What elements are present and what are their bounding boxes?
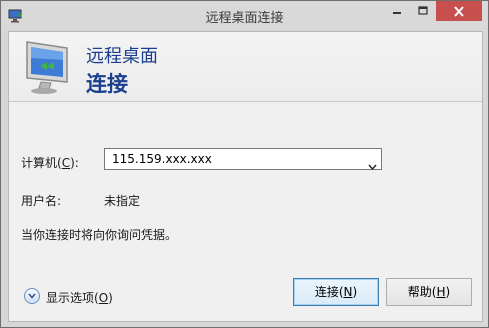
close-icon xyxy=(454,6,464,17)
minimize-button[interactable] xyxy=(384,1,410,21)
dialog-client-area: 远程桌面 连接 计算机(C): 115.159.xxx.xxx 用户名: 未指定… xyxy=(8,31,483,322)
header-banner: 远程桌面 连接 xyxy=(9,32,482,102)
computer-label: 计算机(C): xyxy=(21,156,79,170)
remote-desktop-monitor-icon xyxy=(21,38,79,100)
username-value: 未指定 xyxy=(104,194,141,208)
maximize-icon xyxy=(418,6,428,15)
chevron-down-icon[interactable] xyxy=(368,155,377,174)
show-options-label[interactable]: 显示选项(O) xyxy=(46,289,113,306)
dialog-body: 计算机(C): 115.159.xxx.xxx 用户名: 未指定 当你连接时将向… xyxy=(9,102,482,321)
minimize-icon xyxy=(393,12,401,14)
connect-button[interactable]: 连接(N) xyxy=(293,278,379,306)
credentials-note: 当你连接时将向你询问凭据。 xyxy=(21,228,178,242)
computer-combobox[interactable]: 115.159.xxx.xxx xyxy=(104,148,382,171)
banner-title-line2: 连接 xyxy=(86,72,128,96)
rdp-window: 远程桌面连接 远程桌面 连接 计算机(C): 115.159.xxx.xxx 用… xyxy=(0,0,489,328)
expand-chevron-icon[interactable] xyxy=(24,288,40,304)
maximize-button[interactable] xyxy=(410,1,436,21)
banner-title-line1: 远程桌面 xyxy=(86,46,158,67)
close-button[interactable] xyxy=(436,1,482,21)
title-bar[interactable]: 远程桌面连接 xyxy=(1,1,488,31)
computer-input-value[interactable]: 115.159.xxx.xxx xyxy=(112,152,212,166)
username-label: 用户名: xyxy=(21,194,62,208)
help-button[interactable]: 帮助(H) xyxy=(386,278,472,306)
